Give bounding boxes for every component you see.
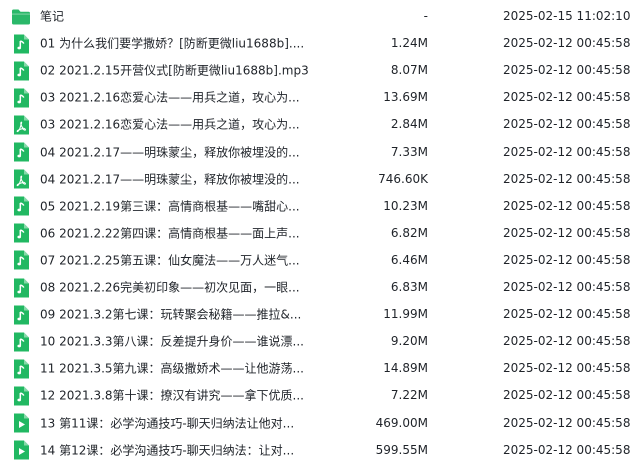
file-name[interactable]: 06 2021.2.22第四课：高情商根基——面上声... <box>40 224 340 241</box>
file-name[interactable]: 04 2021.2.17——明珠蒙尘，释放你被埋没的... <box>40 143 340 160</box>
file-date: 2025-02-12 00:45:58 <box>503 388 631 403</box>
file-name[interactable]: 03 2021.2.16恋爱心法——用兵之道，攻心为... <box>40 89 340 106</box>
file-size: 746.60K <box>378 171 428 186</box>
file-row[interactable]: 12 2021.3.8第十课：撩汉有讲究——拿下优质... 7.22M 2025… <box>0 382 641 409</box>
video-file-icon <box>10 439 32 461</box>
file-name[interactable]: 02 2021.2.15开营仪式[防断更微liu1688b].mp3 <box>40 62 340 79</box>
file-size: 7.22M <box>390 388 428 403</box>
file-size: 599.55M <box>375 442 428 457</box>
file-date: 2025-02-12 00:45:58 <box>503 361 631 376</box>
file-name[interactable]: 09 2021.3.2第七课：玩转聚会秘籍——推拉&... <box>40 306 340 323</box>
file-date: 2025-02-12 00:45:58 <box>503 415 631 430</box>
file-name[interactable]: 04 2021.2.17——明珠蒙尘，释放你被埋没的... <box>40 170 340 187</box>
file-row[interactable]: 11 2021.3.5第九课：高级撒娇术——让他游荡... 14.89M 202… <box>0 355 641 382</box>
file-date: 2025-02-12 00:45:58 <box>503 36 631 51</box>
file-name[interactable]: 08 2021.2.26完美初印象——初次见面，一眼... <box>40 279 340 296</box>
file-name[interactable]: 10 2021.3.3第八课：反差提升身价——谁说漂... <box>40 333 340 350</box>
file-date: 2025-02-12 00:45:58 <box>503 63 631 78</box>
file-size: - <box>423 9 428 24</box>
file-name[interactable]: 05 2021.2.19第三课：高情商根基——嘴甜心... <box>40 197 340 214</box>
file-row[interactable]: 02 2021.2.15开营仪式[防断更微liu1688b].mp3 8.07M… <box>0 57 641 84</box>
file-row[interactable]: 13 第11课：必学沟通技巧-聊天归纳法让他对... 469.00M 2025-… <box>0 409 641 436</box>
file-name[interactable]: 07 2021.2.25第五课：仙女魔法——万人迷气... <box>40 251 340 268</box>
file-row[interactable]: 01 为什么我们要学撒娇？[防断更微liu1688b].... 1.24M 20… <box>0 30 641 57</box>
file-size: 10.23M <box>383 198 428 213</box>
file-date: 2025-02-12 00:45:58 <box>503 442 631 457</box>
pdf-file-icon <box>10 168 32 190</box>
file-row[interactable]: 笔记 - 2025-02-15 11:02:10 <box>0 3 641 30</box>
file-row[interactable]: 08 2021.2.26完美初印象——初次见面，一眼... 6.83M 2025… <box>0 274 641 301</box>
file-size: 6.46M <box>390 252 428 267</box>
audio-file-icon <box>10 358 32 380</box>
file-size: 11.99M <box>383 307 428 322</box>
audio-file-icon <box>10 331 32 353</box>
folder-icon <box>10 6 32 28</box>
file-row[interactable]: 14 第12课：必学沟通技巧-聊天归纳法：让对... 599.55M 2025-… <box>0 436 641 463</box>
file-date: 2025-02-12 00:45:58 <box>503 198 631 213</box>
file-date: 2025-02-12 00:45:58 <box>503 334 631 349</box>
audio-file-icon <box>10 33 32 55</box>
file-size: 9.20M <box>390 334 428 349</box>
file-date: 2025-02-12 00:45:58 <box>503 307 631 322</box>
file-size: 1.24M <box>390 36 428 51</box>
file-date: 2025-02-15 11:02:10 <box>503 9 631 24</box>
file-row[interactable]: 04 2021.2.17——明珠蒙尘，释放你被埋没的... 746.60K 20… <box>0 165 641 192</box>
file-size: 13.69M <box>383 90 428 105</box>
file-size: 6.82M <box>390 225 428 240</box>
file-size: 14.89M <box>383 361 428 376</box>
file-date: 2025-02-12 00:45:58 <box>503 280 631 295</box>
audio-file-icon <box>10 385 32 407</box>
audio-file-icon <box>10 249 32 271</box>
audio-file-icon <box>10 195 32 217</box>
file-name[interactable]: 14 第12课：必学沟通技巧-聊天归纳法：让对... <box>40 441 340 458</box>
file-name[interactable]: 03 2021.2.16恋爱心法——用兵之道，攻心为... <box>40 116 340 133</box>
pdf-file-icon <box>10 114 32 136</box>
file-date: 2025-02-12 00:45:58 <box>503 90 631 105</box>
file-name[interactable]: 12 2021.3.8第十课：撩汉有讲究——拿下优质... <box>40 387 340 404</box>
file-size: 6.83M <box>390 280 428 295</box>
file-row[interactable]: 09 2021.3.2第七课：玩转聚会秘籍——推拉&... 11.99M 202… <box>0 301 641 328</box>
file-date: 2025-02-12 00:45:58 <box>503 252 631 267</box>
file-row[interactable]: 03 2021.2.16恋爱心法——用兵之道，攻心为... 2.84M 2025… <box>0 111 641 138</box>
file-row[interactable]: 04 2021.2.17——明珠蒙尘，释放你被埋没的... 7.33M 2025… <box>0 138 641 165</box>
audio-file-icon <box>10 141 32 163</box>
file-name[interactable]: 01 为什么我们要学撒娇？[防断更微liu1688b].... <box>40 35 340 52</box>
file-name[interactable]: 笔记 <box>40 8 340 25</box>
file-size: 469.00M <box>375 415 428 430</box>
file-date: 2025-02-12 00:45:58 <box>503 171 631 186</box>
file-size: 2.84M <box>390 117 428 132</box>
video-file-icon <box>10 412 32 434</box>
file-list: 笔记 - 2025-02-15 11:02:10 01 为什么我们要学撒娇？[防… <box>0 0 641 467</box>
audio-file-icon <box>10 87 32 109</box>
audio-file-icon <box>10 60 32 82</box>
audio-file-icon <box>10 304 32 326</box>
file-size: 7.33M <box>390 144 428 159</box>
file-date: 2025-02-12 00:45:58 <box>503 225 631 240</box>
file-date: 2025-02-12 00:45:58 <box>503 144 631 159</box>
file-row[interactable]: 10 2021.3.3第八课：反差提升身价——谁说漂... 9.20M 2025… <box>0 328 641 355</box>
file-row[interactable]: 07 2021.2.25第五课：仙女魔法——万人迷气... 6.46M 2025… <box>0 246 641 273</box>
file-row[interactable]: 03 2021.2.16恋爱心法——用兵之道，攻心为... 13.69M 202… <box>0 84 641 111</box>
file-name[interactable]: 11 2021.3.5第九课：高级撒娇术——让他游荡... <box>40 360 340 377</box>
file-row[interactable]: 05 2021.2.19第三课：高情商根基——嘴甜心... 10.23M 202… <box>0 192 641 219</box>
audio-file-icon <box>10 277 32 299</box>
audio-file-icon <box>10 222 32 244</box>
file-size: 8.07M <box>390 63 428 78</box>
file-name[interactable]: 13 第11课：必学沟通技巧-聊天归纳法让他对... <box>40 414 340 431</box>
file-row[interactable]: 06 2021.2.22第四课：高情商根基——面上声... 6.82M 2025… <box>0 219 641 246</box>
file-date: 2025-02-12 00:45:58 <box>503 117 631 132</box>
